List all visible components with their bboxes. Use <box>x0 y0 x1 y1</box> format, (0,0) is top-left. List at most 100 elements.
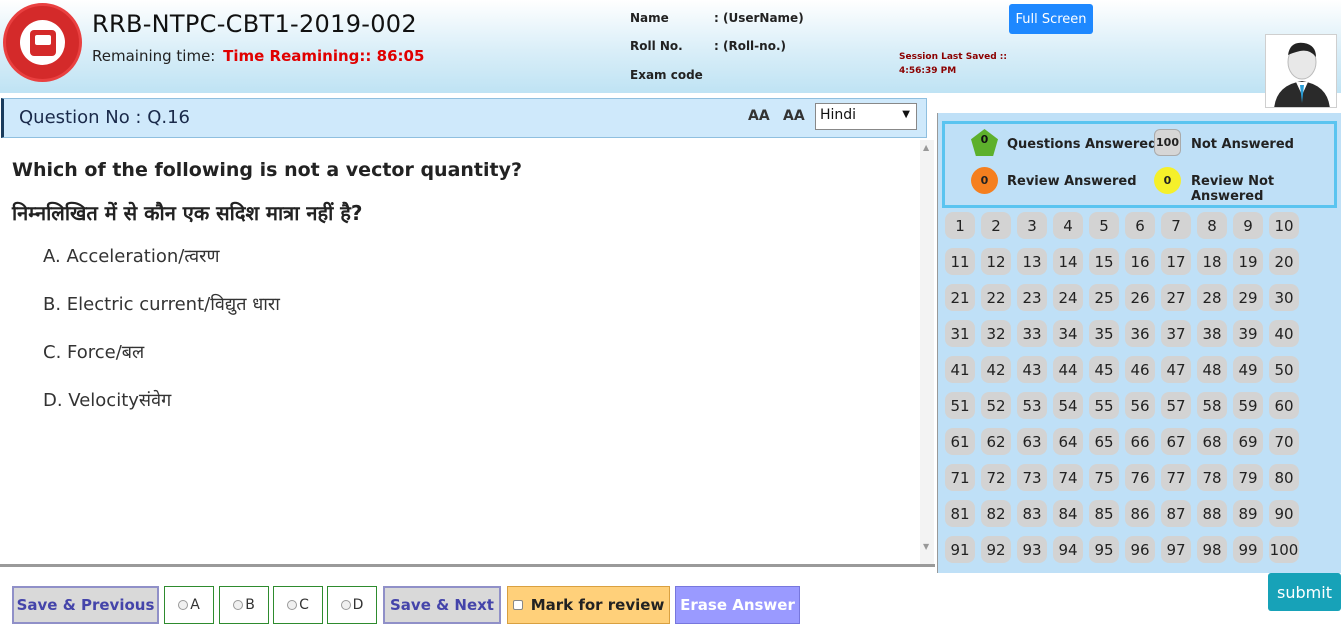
palette-question-8[interactable]: 8 <box>1197 212 1227 239</box>
palette-question-14[interactable]: 14 <box>1053 248 1083 275</box>
palette-question-76[interactable]: 76 <box>1125 464 1155 491</box>
palette-question-1[interactable]: 1 <box>945 212 975 239</box>
palette-question-83[interactable]: 83 <box>1017 500 1047 527</box>
palette-question-20[interactable]: 20 <box>1269 248 1299 275</box>
palette-question-93[interactable]: 93 <box>1017 536 1047 563</box>
palette-question-11[interactable]: 11 <box>945 248 975 275</box>
answer-a-radio[interactable]: A <box>164 586 214 624</box>
palette-question-24[interactable]: 24 <box>1053 284 1083 311</box>
question-scrollbar[interactable]: ▲ ▼ <box>920 140 934 564</box>
palette-question-98[interactable]: 98 <box>1197 536 1227 563</box>
palette-question-5[interactable]: 5 <box>1089 212 1119 239</box>
mark-for-review-button[interactable]: Mark for review <box>507 586 670 624</box>
palette-question-73[interactable]: 73 <box>1017 464 1047 491</box>
palette-question-71[interactable]: 71 <box>945 464 975 491</box>
palette-question-7[interactable]: 7 <box>1161 212 1191 239</box>
scroll-up-icon[interactable]: ▲ <box>923 143 929 152</box>
palette-question-12[interactable]: 12 <box>981 248 1011 275</box>
palette-question-3[interactable]: 3 <box>1017 212 1047 239</box>
palette-question-43[interactable]: 43 <box>1017 356 1047 383</box>
palette-question-18[interactable]: 18 <box>1197 248 1227 275</box>
palette-question-68[interactable]: 68 <box>1197 428 1227 455</box>
palette-question-30[interactable]: 30 <box>1269 284 1299 311</box>
palette-question-41[interactable]: 41 <box>945 356 975 383</box>
palette-question-50[interactable]: 50 <box>1269 356 1299 383</box>
palette-question-32[interactable]: 32 <box>981 320 1011 347</box>
palette-question-17[interactable]: 17 <box>1161 248 1191 275</box>
palette-question-2[interactable]: 2 <box>981 212 1011 239</box>
palette-question-89[interactable]: 89 <box>1233 500 1263 527</box>
palette-question-81[interactable]: 81 <box>945 500 975 527</box>
palette-question-97[interactable]: 97 <box>1161 536 1191 563</box>
palette-question-84[interactable]: 84 <box>1053 500 1083 527</box>
palette-question-63[interactable]: 63 <box>1017 428 1047 455</box>
palette-question-64[interactable]: 64 <box>1053 428 1083 455</box>
palette-question-13[interactable]: 13 <box>1017 248 1047 275</box>
palette-question-90[interactable]: 90 <box>1269 500 1299 527</box>
palette-question-62[interactable]: 62 <box>981 428 1011 455</box>
save-previous-button[interactable]: Save & Previous <box>12 586 159 624</box>
palette-question-21[interactable]: 21 <box>945 284 975 311</box>
palette-question-4[interactable]: 4 <box>1053 212 1083 239</box>
palette-question-45[interactable]: 45 <box>1089 356 1119 383</box>
palette-question-58[interactable]: 58 <box>1197 392 1227 419</box>
palette-question-29[interactable]: 29 <box>1233 284 1263 311</box>
palette-question-38[interactable]: 38 <box>1197 320 1227 347</box>
palette-question-75[interactable]: 75 <box>1089 464 1119 491</box>
palette-question-10[interactable]: 10 <box>1269 212 1299 239</box>
palette-question-78[interactable]: 78 <box>1197 464 1227 491</box>
palette-question-15[interactable]: 15 <box>1089 248 1119 275</box>
palette-question-25[interactable]: 25 <box>1089 284 1119 311</box>
palette-question-36[interactable]: 36 <box>1125 320 1155 347</box>
palette-question-39[interactable]: 39 <box>1233 320 1263 347</box>
answer-b-radio[interactable]: B <box>219 586 269 624</box>
palette-question-9[interactable]: 9 <box>1233 212 1263 239</box>
palette-question-87[interactable]: 87 <box>1161 500 1191 527</box>
language-select[interactable]: Hindi ▼ <box>815 103 917 130</box>
palette-question-55[interactable]: 55 <box>1089 392 1119 419</box>
palette-question-74[interactable]: 74 <box>1053 464 1083 491</box>
font-increase-icon[interactable]: AA <box>748 108 770 124</box>
palette-question-19[interactable]: 19 <box>1233 248 1263 275</box>
palette-question-77[interactable]: 77 <box>1161 464 1191 491</box>
palette-question-40[interactable]: 40 <box>1269 320 1299 347</box>
palette-question-22[interactable]: 22 <box>981 284 1011 311</box>
palette-question-54[interactable]: 54 <box>1053 392 1083 419</box>
palette-question-16[interactable]: 16 <box>1125 248 1155 275</box>
palette-question-67[interactable]: 67 <box>1161 428 1191 455</box>
fullscreen-button[interactable]: Full Screen <box>1009 4 1093 34</box>
scroll-down-icon[interactable]: ▼ <box>923 542 929 551</box>
palette-question-96[interactable]: 96 <box>1125 536 1155 563</box>
palette-question-26[interactable]: 26 <box>1125 284 1155 311</box>
palette-question-49[interactable]: 49 <box>1233 356 1263 383</box>
erase-answer-button[interactable]: Erase Answer <box>675 586 800 624</box>
palette-question-57[interactable]: 57 <box>1161 392 1191 419</box>
palette-question-42[interactable]: 42 <box>981 356 1011 383</box>
palette-question-33[interactable]: 33 <box>1017 320 1047 347</box>
palette-question-34[interactable]: 34 <box>1053 320 1083 347</box>
palette-question-100[interactable]: 100 <box>1269 536 1299 563</box>
palette-question-61[interactable]: 61 <box>945 428 975 455</box>
palette-question-31[interactable]: 31 <box>945 320 975 347</box>
palette-question-82[interactable]: 82 <box>981 500 1011 527</box>
palette-question-46[interactable]: 46 <box>1125 356 1155 383</box>
palette-question-91[interactable]: 91 <box>945 536 975 563</box>
submit-button[interactable]: submit <box>1268 573 1341 611</box>
palette-question-44[interactable]: 44 <box>1053 356 1083 383</box>
palette-question-65[interactable]: 65 <box>1089 428 1119 455</box>
palette-question-94[interactable]: 94 <box>1053 536 1083 563</box>
palette-question-35[interactable]: 35 <box>1089 320 1119 347</box>
palette-question-23[interactable]: 23 <box>1017 284 1047 311</box>
palette-question-53[interactable]: 53 <box>1017 392 1047 419</box>
palette-question-27[interactable]: 27 <box>1161 284 1191 311</box>
palette-question-69[interactable]: 69 <box>1233 428 1263 455</box>
palette-question-80[interactable]: 80 <box>1269 464 1299 491</box>
palette-question-72[interactable]: 72 <box>981 464 1011 491</box>
palette-question-56[interactable]: 56 <box>1125 392 1155 419</box>
palette-question-60[interactable]: 60 <box>1269 392 1299 419</box>
palette-question-47[interactable]: 47 <box>1161 356 1191 383</box>
palette-question-51[interactable]: 51 <box>945 392 975 419</box>
palette-question-28[interactable]: 28 <box>1197 284 1227 311</box>
palette-question-70[interactable]: 70 <box>1269 428 1299 455</box>
checkbox-icon[interactable] <box>512 600 523 610</box>
